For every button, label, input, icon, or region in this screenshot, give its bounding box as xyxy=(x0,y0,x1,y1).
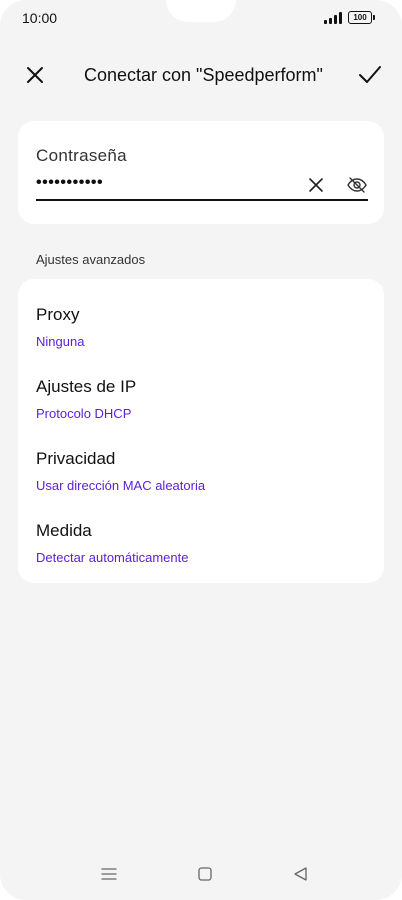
close-icon xyxy=(27,67,43,83)
eye-off-icon xyxy=(347,177,367,193)
setting-title: Ajustes de IP xyxy=(36,377,137,396)
toggle-visibility-button[interactable] xyxy=(346,175,368,195)
setting-value: Ninguna xyxy=(36,334,85,349)
advanced-settings-card: Proxy Ninguna Ajustes de IP Protocolo DH… xyxy=(18,279,384,583)
setting-title: Proxy xyxy=(36,305,80,324)
dialog-header: Conectar con "Speedperform" xyxy=(0,50,402,98)
password-label: Contraseña xyxy=(36,146,127,165)
status-time: 10:00 xyxy=(22,10,58,26)
status-bar: 10:00 100 xyxy=(0,0,402,36)
page-title: Conectar con "Speedperform" xyxy=(84,65,323,85)
nav-back-button[interactable] xyxy=(291,864,311,884)
signal-icon xyxy=(324,11,342,24)
menu-icon xyxy=(101,868,117,880)
screen: 10:00 100 Conectar con "Speedperform" Co… xyxy=(0,0,402,900)
setting-item-metered[interactable]: Medida Detectar automáticamente xyxy=(18,521,384,581)
nav-home-button[interactable] xyxy=(195,864,215,884)
battery-icon: 100 xyxy=(348,11,375,24)
setting-item-proxy[interactable]: Proxy Ninguna xyxy=(18,305,384,365)
password-input[interactable]: ••••••••••• xyxy=(36,173,368,201)
setting-title: Medida xyxy=(36,521,92,540)
setting-value: Detectar automáticamente xyxy=(36,550,189,565)
status-indicators: 100 xyxy=(324,11,375,24)
back-triangle-icon xyxy=(294,867,307,881)
setting-value: Usar dirección MAC aleatoria xyxy=(36,478,206,493)
password-card: Contraseña ••••••••••• xyxy=(18,121,384,224)
nav-menu-button[interactable] xyxy=(99,864,119,884)
battery-level: 100 xyxy=(353,13,367,22)
setting-value: Protocolo DHCP xyxy=(36,406,132,421)
clear-password-button[interactable] xyxy=(306,175,326,195)
setting-title: Privacidad xyxy=(36,449,116,468)
check-icon xyxy=(359,66,381,83)
navigation-bar xyxy=(0,860,402,890)
password-value: ••••••••••• xyxy=(36,174,104,191)
confirm-button[interactable] xyxy=(356,62,384,88)
clear-icon xyxy=(309,178,323,192)
setting-item-ip[interactable]: Ajustes de IP Protocolo DHCP xyxy=(18,377,384,437)
setting-item-privacy[interactable]: Privacidad Usar dirección MAC aleatoria xyxy=(18,449,384,509)
advanced-settings-label: Ajustes avanzados xyxy=(36,252,146,267)
home-square-icon xyxy=(198,867,212,881)
close-button[interactable] xyxy=(22,62,48,88)
